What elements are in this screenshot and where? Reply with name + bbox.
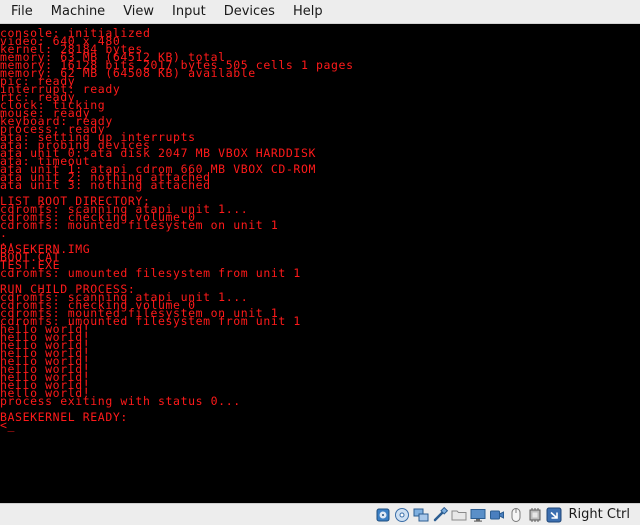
hard-disk-icon[interactable] [375,507,391,523]
menu-devices[interactable]: Devices [214,0,283,24]
menu-file[interactable]: File [0,0,41,24]
mouse-integration-icon[interactable] [508,507,524,523]
cpu-icon[interactable] [527,507,543,523]
menu-help[interactable]: Help [283,0,331,24]
menu-bar: File Machine View Input Devices Help [0,0,640,24]
optical-drive-icon[interactable] [394,507,410,523]
console-line: cdromfs: mounted filesystem on unit 1 [0,218,279,232]
display-icon[interactable] [470,507,486,523]
console-line: cdromfs: umounted filesystem from unit 1 [0,266,301,280]
console-line: BASEKERNEL READY: [0,410,128,424]
status-bar: Right Ctrl [0,503,640,525]
menu-machine[interactable]: Machine [41,0,113,24]
vm-screen[interactable]: console: initialized video: 640 x 480 kern… [0,24,640,503]
console-output: console: initialized video: 640 x 480 kern… [0,27,354,431]
console-line: process exiting with status 0... [0,394,241,408]
usb-icon[interactable] [432,506,448,523]
console-line: ata unit 3: nothing attached [0,178,211,192]
menu-input[interactable]: Input [162,0,214,24]
keyboard-capture-icon[interactable] [546,507,562,523]
virtualbox-vm-window: File Machine View Input Devices Help con… [0,0,640,525]
menu-view[interactable]: View [113,0,162,24]
network-icon[interactable] [413,507,429,523]
shared-folders-icon[interactable] [451,507,467,523]
host-key-label: Right Ctrl [568,507,631,522]
video-capture-icon[interactable] [489,507,505,523]
